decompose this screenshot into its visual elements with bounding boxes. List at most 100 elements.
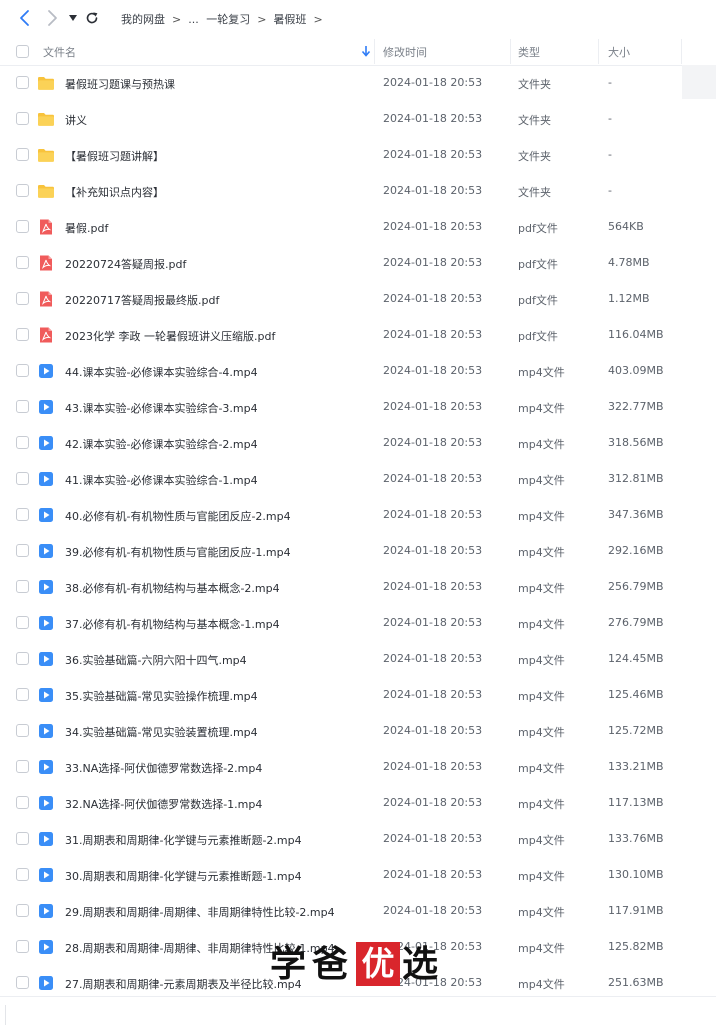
file-row[interactable]: 32.NA选择-阿伏伽德罗常数选择-1.mp4 2024-01-18 20:53… — [0, 785, 716, 821]
watermark-char: 学 — [270, 943, 307, 985]
back-arrow-icon[interactable] — [18, 9, 32, 27]
row-checkbox[interactable] — [16, 220, 29, 233]
file-row[interactable]: 31.周期表和周期律-化学键与元素推断题-2.mp4 2024-01-18 20… — [0, 821, 716, 857]
file-name[interactable]: 40.必修有机-有机物性质与官能团反应-2.mp4 — [65, 508, 291, 524]
row-checkbox[interactable] — [16, 616, 29, 629]
file-name[interactable]: 35.实验基础篇-常见实验操作梳理.mp4 — [65, 688, 258, 704]
file-name[interactable]: 34.实验基础篇-常见实验装置梳理.mp4 — [65, 724, 258, 740]
column-divider[interactable] — [681, 39, 682, 64]
row-checkbox[interactable] — [16, 112, 29, 125]
file-row[interactable]: 【暑假班习题讲解】 2024-01-18 20:53 文件夹 - — [0, 137, 716, 173]
row-checkbox[interactable] — [16, 688, 29, 701]
row-checkbox[interactable] — [16, 832, 29, 845]
history-dropdown-icon[interactable] — [68, 14, 78, 22]
file-name[interactable]: 42.课本实验-必修课本实验综合-2.mp4 — [65, 436, 258, 452]
file-row[interactable]: 20220717答疑周报最终版.pdf 2024-01-18 20:53 pdf… — [0, 281, 716, 317]
row-checkbox[interactable] — [16, 544, 29, 557]
file-row[interactable]: 43.课本实验-必修课本实验综合-3.mp4 2024-01-18 20:53 … — [0, 389, 716, 425]
file-row[interactable]: 2023化学 李政 一轮暑假班讲义压缩版.pdf 2024-01-18 20:5… — [0, 317, 716, 353]
file-row[interactable]: 29.周期表和周期律-周期律、非周期律特性比较-2.mp4 2024-01-18… — [0, 893, 716, 929]
file-name[interactable]: 39.必修有机-有机物性质与官能团反应-1.mp4 — [65, 544, 291, 560]
file-row[interactable]: 44.课本实验-必修课本实验综合-4.mp4 2024-01-18 20:53 … — [0, 353, 716, 389]
column-header-size[interactable]: 大小 — [608, 44, 630, 60]
file-row[interactable]: 40.必修有机-有机物性质与官能团反应-2.mp4 2024-01-18 20:… — [0, 497, 716, 533]
row-checkbox[interactable] — [16, 436, 29, 449]
row-checkbox[interactable] — [16, 256, 29, 269]
file-name[interactable]: 31.周期表和周期律-化学键与元素推断题-2.mp4 — [65, 832, 302, 848]
forward-arrow-icon[interactable] — [45, 9, 59, 27]
row-checkbox[interactable] — [16, 580, 29, 593]
file-size: 403.09MB — [608, 364, 664, 377]
column-header-name[interactable]: 文件名 — [43, 44, 76, 60]
row-checkbox[interactable] — [16, 76, 29, 89]
row-checkbox[interactable] — [16, 796, 29, 809]
row-checkbox[interactable] — [16, 760, 29, 773]
breadcrumb-item-summer-class[interactable]: 暑假班 — [273, 11, 306, 27]
file-name[interactable]: 33.NA选择-阿伏伽德罗常数选择-2.mp4 — [65, 760, 262, 776]
file-row[interactable]: 42.课本实验-必修课本实验综合-2.mp4 2024-01-18 20:53 … — [0, 425, 716, 461]
file-type: mp4文件 — [518, 798, 565, 811]
file-name[interactable]: 44.课本实验-必修课本实验综合-4.mp4 — [65, 364, 258, 380]
row-checkbox[interactable] — [16, 184, 29, 197]
row-checkbox[interactable] — [16, 940, 29, 953]
file-name[interactable]: 38.必修有机-有机物结构与基本概念-2.mp4 — [65, 580, 280, 596]
file-name[interactable]: 36.实验基础篇-六阴六阳十四气.mp4 — [65, 652, 247, 668]
file-modified-time: 2024-01-18 20:53 — [383, 76, 483, 89]
file-name[interactable]: 【补充知识点内容】 — [65, 184, 164, 200]
file-row[interactable]: 30.周期表和周期律-化学键与元素推断题-1.mp4 2024-01-18 20… — [0, 857, 716, 893]
file-name[interactable]: 2023化学 李政 一轮暑假班讲义压缩版.pdf — [65, 328, 275, 344]
column-divider[interactable] — [374, 39, 375, 64]
file-row[interactable]: 【补充知识点内容】 2024-01-18 20:53 文件夹 - — [0, 173, 716, 209]
file-row[interactable]: 36.实验基础篇-六阴六阳十四气.mp4 2024-01-18 20:53 mp… — [0, 641, 716, 677]
breadcrumb-item-ellipsis[interactable]: ... — [188, 13, 199, 26]
row-checkbox[interactable] — [16, 976, 29, 989]
row-checkbox[interactable] — [16, 292, 29, 305]
file-name[interactable]: 32.NA选择-阿伏伽德罗常数选择-1.mp4 — [65, 796, 262, 812]
breadcrumb-item-first-review[interactable]: 一轮复习 — [206, 11, 250, 27]
file-name[interactable]: 27.周期表和周期律-元素周期表及半径比较.mp4 — [65, 976, 302, 992]
file-row[interactable]: 33.NA选择-阿伏伽德罗常数选择-2.mp4 2024-01-18 20:53… — [0, 749, 716, 785]
file-name[interactable]: 20220717答疑周报最终版.pdf — [65, 292, 219, 308]
select-all-checkbox[interactable] — [16, 45, 29, 58]
file-row[interactable]: 38.必修有机-有机物结构与基本概念-2.mp4 2024-01-18 20:5… — [0, 569, 716, 605]
file-modified-time: 2024-01-18 20:53 — [383, 904, 483, 917]
file-row[interactable]: 35.实验基础篇-常见实验操作梳理.mp4 2024-01-18 20:53 m… — [0, 677, 716, 713]
file-type: mp4文件 — [518, 942, 565, 955]
file-name[interactable]: 20220724答疑周报.pdf — [65, 256, 186, 272]
file-name[interactable]: 30.周期表和周期律-化学键与元素推断题-1.mp4 — [65, 868, 302, 884]
file-name[interactable]: 43.课本实验-必修课本实验综合-3.mp4 — [65, 400, 258, 416]
column-divider[interactable] — [510, 39, 511, 64]
file-name[interactable]: 讲义 — [65, 112, 87, 128]
sort-descending-icon[interactable] — [361, 45, 371, 57]
row-checkbox[interactable] — [16, 400, 29, 413]
breadcrumb-item-root[interactable]: 我的网盘 — [121, 11, 165, 27]
column-divider[interactable] — [598, 39, 599, 64]
row-checkbox[interactable] — [16, 508, 29, 521]
file-name[interactable]: 37.必修有机-有机物结构与基本概念-1.mp4 — [65, 616, 280, 632]
row-checkbox[interactable] — [16, 364, 29, 377]
file-row[interactable]: 34.实验基础篇-常见实验装置梳理.mp4 2024-01-18 20:53 m… — [0, 713, 716, 749]
file-name[interactable]: 41.课本实验-必修课本实验综合-1.mp4 — [65, 472, 258, 488]
row-checkbox[interactable] — [16, 328, 29, 341]
file-name[interactable]: 暑假.pdf — [65, 220, 108, 236]
file-name[interactable]: 【暑假班习题讲解】 — [65, 148, 164, 164]
refresh-icon[interactable] — [85, 11, 99, 25]
file-row[interactable]: 20220724答疑周报.pdf 2024-01-18 20:53 pdf文件 … — [0, 245, 716, 281]
row-checkbox[interactable] — [16, 724, 29, 737]
column-header-type[interactable]: 类型 — [518, 44, 540, 60]
file-row[interactable]: 讲义 2024-01-18 20:53 文件夹 - — [0, 101, 716, 137]
file-row[interactable]: 41.课本实验-必修课本实验综合-1.mp4 2024-01-18 20:53 … — [0, 461, 716, 497]
file-row[interactable]: 39.必修有机-有机物性质与官能团反应-1.mp4 2024-01-18 20:… — [0, 533, 716, 569]
file-row[interactable]: 暑假班习题课与预热课 2024-01-18 20:53 文件夹 - — [0, 65, 716, 101]
file-row[interactable]: 37.必修有机-有机物结构与基本概念-1.mp4 2024-01-18 20:5… — [0, 605, 716, 641]
file-name[interactable]: 暑假班习题课与预热课 — [65, 76, 175, 92]
row-checkbox[interactable] — [16, 904, 29, 917]
file-list: 暑假班习题课与预热课 2024-01-18 20:53 文件夹 - 讲义 202… — [0, 65, 716, 1001]
file-name[interactable]: 29.周期表和周期律-周期律、非周期律特性比较-2.mp4 — [65, 904, 335, 920]
row-checkbox[interactable] — [16, 868, 29, 881]
row-checkbox[interactable] — [16, 652, 29, 665]
column-header-modified[interactable]: 修改时间 — [383, 44, 427, 60]
row-checkbox[interactable] — [16, 148, 29, 161]
file-row[interactable]: 暑假.pdf 2024-01-18 20:53 pdf文件 564KB — [0, 209, 716, 245]
row-checkbox[interactable] — [16, 472, 29, 485]
